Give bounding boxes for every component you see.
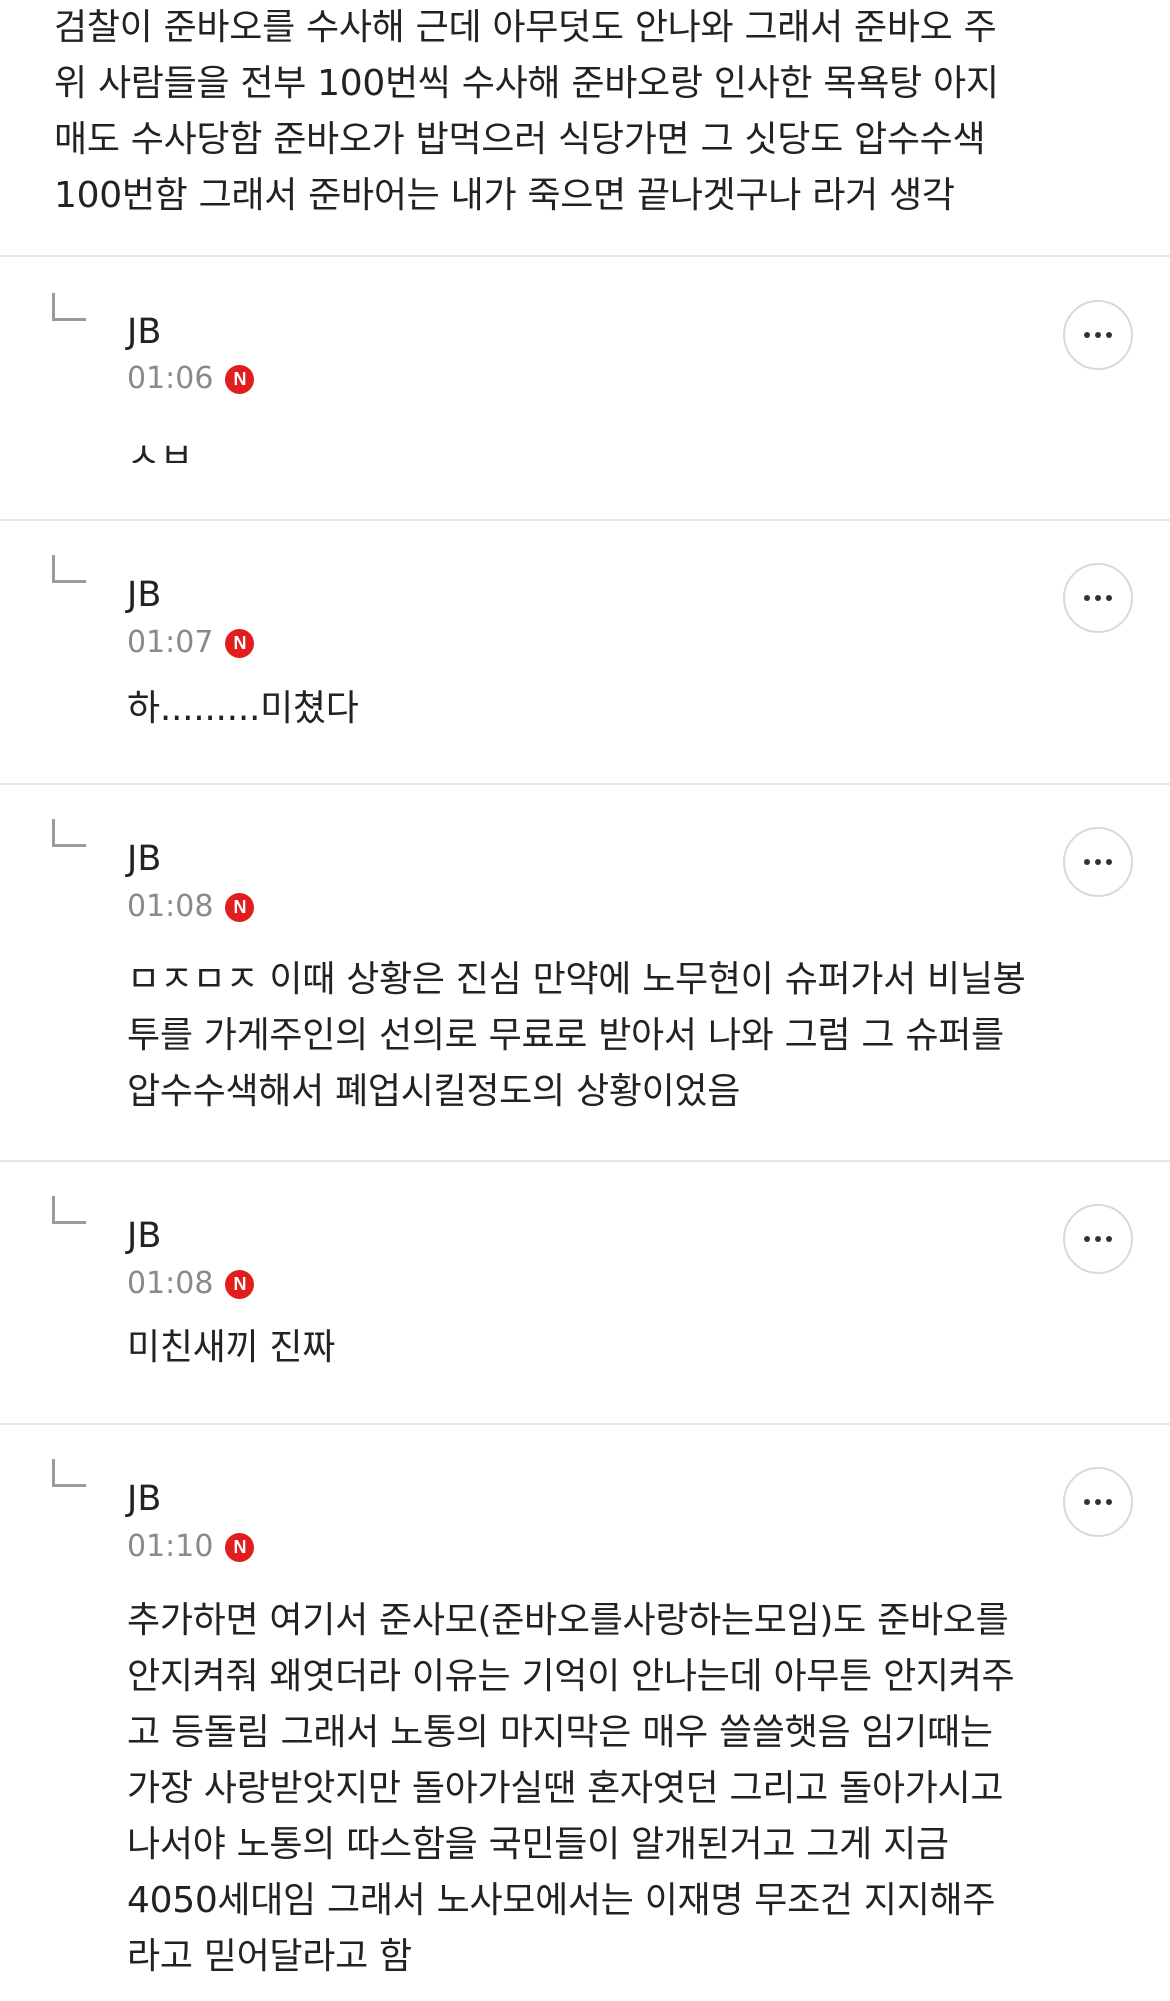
new-badge-icon: N xyxy=(225,1532,255,1562)
comment-reply: JB 01:08 N 미친새끼 진짜 xyxy=(0,1162,1170,1424)
reply-arrow-icon xyxy=(52,1459,86,1487)
reply-arrow-icon xyxy=(52,555,86,583)
comment-time: 01:10 xyxy=(127,1529,214,1564)
new-badge-icon: N xyxy=(225,1269,255,1299)
new-badge-icon: N xyxy=(225,892,255,922)
reply-arrow-icon xyxy=(52,1196,86,1224)
comment-author[interactable]: JB xyxy=(127,839,161,879)
comment-text: 추가하면 여기서 준사모(준바오를사랑하는모임)도 준바오를 안지켜줘 왜엿더라… xyxy=(127,1600,1015,1977)
more-options-icon xyxy=(1084,1236,1112,1242)
comment-author[interactable]: JB xyxy=(127,575,161,615)
more-options-button[interactable] xyxy=(1063,1467,1133,1537)
comment-text: 하.........미쳤다 xyxy=(127,688,359,729)
comment-reply: JB 01:07 N 하.........미쳤다 xyxy=(0,521,1170,784)
comment-time: 01:06 xyxy=(127,361,214,396)
comment-time: 01:07 xyxy=(127,625,214,660)
reply-arrow-icon xyxy=(52,293,86,321)
comment-time: 01:08 xyxy=(127,889,214,924)
more-options-icon xyxy=(1084,1499,1112,1505)
more-options-button[interactable] xyxy=(1063,1204,1133,1274)
more-options-icon xyxy=(1084,332,1112,338)
comment-author[interactable]: JB xyxy=(127,312,161,352)
new-badge-icon: N xyxy=(225,628,255,658)
comment-author[interactable]: JB xyxy=(127,1479,161,1519)
comment-reply: JB 01:10 N 추가하면 여기서 준사모(준바오를사랑하는모임)도 준바오… xyxy=(0,1425,1170,2001)
comment-text: ㅁㅈㅁㅈ 이때 상황은 진심 만약에 노무현이 슈퍼가서 비닐봉 투를 가게주인… xyxy=(127,959,1026,1112)
comment-text: ㅅㅂ xyxy=(127,436,193,463)
comment-author[interactable]: JB xyxy=(127,1216,161,1256)
more-options-icon xyxy=(1084,595,1112,601)
comment-reply: JB 01:08 N ㅁㅈㅁㅈ 이때 상황은 진심 만약에 노무현이 슈퍼가서 … xyxy=(0,785,1170,1161)
new-badge-icon: N xyxy=(225,364,255,394)
comment-text: 미친새끼 진짜 xyxy=(127,1327,336,1368)
more-options-icon xyxy=(1084,859,1112,865)
comment-reply: JB 01:06 N ㅅㅂ xyxy=(0,257,1170,520)
reply-arrow-icon xyxy=(52,819,86,847)
more-options-button[interactable] xyxy=(1063,827,1133,897)
more-options-button[interactable] xyxy=(1063,300,1133,370)
more-options-button[interactable] xyxy=(1063,563,1133,633)
post-body-text: 검찰이 준바오를 수사해 근데 아무덧도 안나와 그래서 준바오 주 위 사람들… xyxy=(54,7,999,216)
comment-time: 01:08 xyxy=(127,1266,214,1301)
